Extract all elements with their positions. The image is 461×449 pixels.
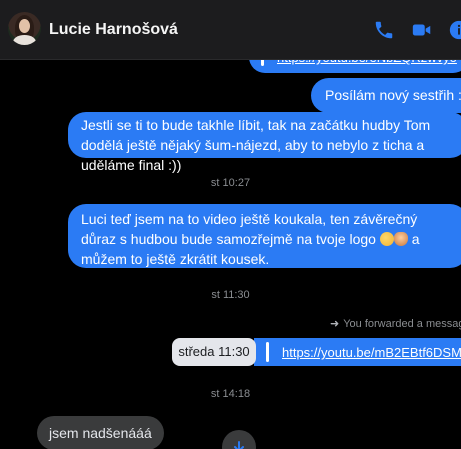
forwarded-link-message[interactable]: https://youtu.be/mB2EBtf6DSM [254,338,461,366]
info-icon[interactable] [448,19,461,41]
outgoing-message[interactable]: Luci teď jsem na to video ještě koukala,… [68,204,461,268]
forward-note-text: You forwarded a message [343,318,461,330]
outgoing-message[interactable]: Jestli se ti to bude takhle líbit, tak n… [68,112,461,173]
contact-avatar[interactable] [8,12,41,45]
outgoing-link-message[interactable]: https://youtu.be/eNbZQRzwvyo [249,60,461,73]
video-icon[interactable] [411,19,433,41]
forward-note: ➜ You forwarded a message [330,317,461,330]
incoming-message[interactable]: jsem nadšenááá [37,416,164,449]
link-url[interactable]: https://youtu.be/mB2EBtf6DSM [282,343,461,363]
message-text: Luci teď jsem na to video ještě koukala,… [81,211,418,247]
link-url[interactable]: https://youtu.be/eNbZQRzwvyo [277,60,457,68]
see-no-evil-emoji-icon [393,232,408,246]
contact-name[interactable]: Lucie Harnošová [49,21,178,39]
phone-icon[interactable] [373,19,395,41]
chat-header: Lucie Harnošová [0,0,461,60]
outgoing-message[interactable]: Posílám nový sestřih :)) [311,78,461,113]
grimacing-emoji-icon [379,232,394,246]
link-quote-bar [261,60,264,66]
date-tooltip: středa 11:30 [172,338,256,366]
scroll-to-bottom-button[interactable] [222,430,256,449]
arrow-down-icon [234,441,244,449]
timestamp: st 11:30 [211,289,250,301]
timestamp: st 14:18 [210,388,251,400]
forward-arrow-icon: ➜ [330,318,340,330]
timestamp: st 10:27 [210,177,251,189]
link-quote-bar [266,342,269,362]
message-list[interactable]: https://youtu.be/eNbZQRzwvyo Posílám nov… [0,60,461,449]
